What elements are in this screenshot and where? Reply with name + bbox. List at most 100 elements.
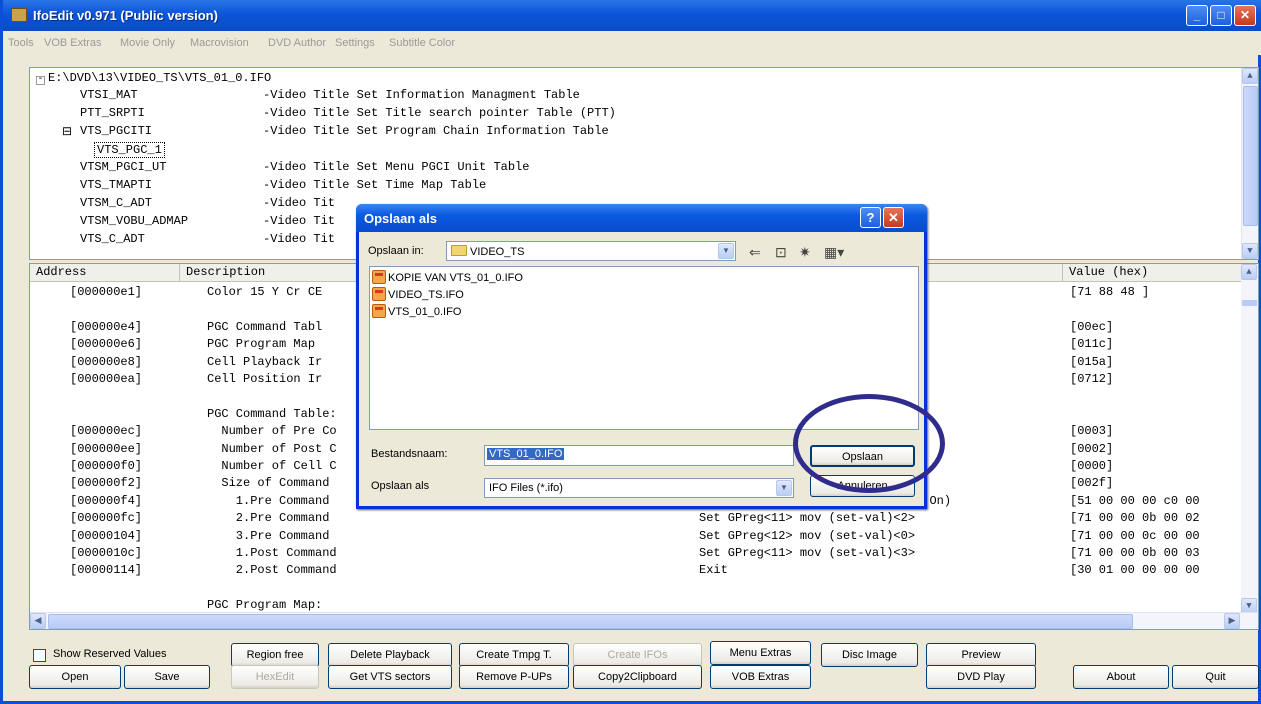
filename-input[interactable]: VTS_01_0.IFO <box>484 445 794 466</box>
cell-desc: 2.Post Command <box>207 563 337 578</box>
menu-dvd-author[interactable]: DVD Author <box>268 37 326 49</box>
scroll-up-icon[interactable]: ▲ <box>1242 68 1258 84</box>
cell-hex: [0002] <box>1070 441 1114 456</box>
cell-desc: Cell Position Ir <box>207 372 323 386</box>
remove-pups-button[interactable]: Remove P-UPs <box>459 665 569 689</box>
table-row[interactable] <box>30 581 1242 598</box>
preview-button[interactable]: Preview <box>926 643 1036 667</box>
col-value-hex[interactable]: Value (hex) <box>1063 264 1242 282</box>
disc-image-button[interactable]: Disc Image <box>821 643 918 667</box>
up-folder-icon[interactable]: ⊡ <box>775 244 787 261</box>
tree-root[interactable]: - E:\DVD\13\VIDEO_TS\VTS_01_0.IFO <box>36 71 271 88</box>
region-free-button[interactable]: Region free <box>231 643 319 667</box>
menu-movie-only[interactable]: Movie Only <box>120 37 175 49</box>
cell-addr: [000000f4] <box>70 493 143 508</box>
scroll-thumb[interactable] <box>1242 300 1257 306</box>
minimize-button[interactable]: _ <box>1186 5 1208 26</box>
dialog-close-button[interactable]: ✕ <box>883 207 904 228</box>
cell-hex: [51 00 00 00 c0 00 <box>1070 493 1200 508</box>
file-item[interactable]: KOPIE VAN VTS_01_0.IFO <box>372 270 523 286</box>
cell-hex: [015a] <box>1070 354 1114 369</box>
cell-addr: [000000fc] <box>70 511 143 526</box>
chevron-down-icon[interactable]: ▼ <box>718 243 734 259</box>
filename-label: Bestandsnaam: <box>371 448 448 460</box>
table-row[interactable]: [0000010c] 1.Post Command Set GPreg<11> m… <box>30 546 1242 563</box>
menu-vob-extras[interactable]: VOB Extras <box>44 37 101 49</box>
cell-desc: 2.Pre Command <box>207 511 330 526</box>
menu-settings[interactable]: Settings <box>335 37 375 49</box>
cell-addr: [000000f0] <box>70 459 143 473</box>
title-bar: IfoEdit v0.971 (Public version) _ □ ✕ <box>3 0 1261 31</box>
menu-extras-button[interactable]: Menu Extras <box>710 641 811 665</box>
cell-desc: PGC Program Map <box>207 337 316 352</box>
cell-desc: PGC Command Tabl <box>207 319 323 334</box>
cell-hex: [71 88 48 ] <box>1070 285 1150 299</box>
create-tmpg-button[interactable]: Create Tmpg T. <box>459 643 569 667</box>
file-item[interactable]: VTS_01_0.IFO <box>372 304 461 320</box>
get-vts-sectors-button[interactable]: Get VTS sectors <box>328 665 452 689</box>
col-address[interactable]: Address <box>30 264 180 282</box>
about-button[interactable]: About <box>1073 665 1169 689</box>
maximize-button[interactable]: □ <box>1210 5 1232 26</box>
cell-val: Set GPreg<12> mov (set-val)<0> <box>699 528 916 543</box>
dialog-title: Opslaan als <box>364 211 437 226</box>
back-icon[interactable]: ⇐ <box>749 244 761 261</box>
cell-addr: [000000f2] <box>70 476 143 491</box>
cell-addr: [000000ee] <box>70 441 143 456</box>
menu-tools[interactable]: Tools <box>8 37 34 49</box>
file-type-dropdown[interactable]: IFO Files (*.ifo) ▼ <box>484 478 794 498</box>
scroll-thumb[interactable] <box>1243 86 1258 226</box>
scroll-right-icon[interactable]: ▶ <box>1224 613 1240 629</box>
cell-hex: [71 00 00 0c 00 00 <box>1070 528 1200 543</box>
quit-button[interactable]: Quit <box>1172 665 1259 689</box>
cell-val: Set GPreg<11> mov (set-val)<2> <box>699 511 916 526</box>
dvd-play-button[interactable]: DVD Play <box>926 665 1036 689</box>
cell-desc: Number of Cell C <box>207 459 337 473</box>
menu-macrovision[interactable]: Macrovision <box>190 37 249 49</box>
close-button[interactable]: ✕ <box>1234 5 1256 26</box>
table-scrollbar[interactable]: ▲ ▼ <box>1241 264 1258 614</box>
delete-playback-button[interactable]: Delete Playback <box>328 643 452 667</box>
vob-extras-button[interactable]: VOB Extras <box>710 665 811 689</box>
cell-hex: [71 00 00 0b 00 03 <box>1070 546 1200 560</box>
tree-scrollbar[interactable]: ▲ ▼ <box>1241 68 1258 259</box>
table-hscrollbar[interactable]: ◀ ▶ <box>30 612 1258 629</box>
table-row[interactable]: [00000114] 2.Post Command Exit [30 01 00 0… <box>30 563 1242 580</box>
save-in-label: Opslaan in: <box>368 245 424 257</box>
table-row[interactable]: [000000fc] 2.Pre Command Set GPreg<11> mo… <box>30 511 1242 528</box>
cell-hex: [011c] <box>1070 337 1114 352</box>
cell-desc: Color 15 Y Cr CE <box>207 285 323 299</box>
new-folder-icon[interactable]: ✷ <box>799 244 811 261</box>
cell-addr: [000000e4] <box>70 319 143 334</box>
open-button[interactable]: Open <box>29 665 121 689</box>
dialog-title-bar: Opslaan als ? ✕ <box>356 204 927 232</box>
show-reserved-label: Show Reserved Values <box>53 648 167 660</box>
chevron-down-icon[interactable]: ▼ <box>776 480 792 496</box>
scroll-down-icon[interactable]: ▼ <box>1242 243 1258 259</box>
cell-hex: [71 00 00 0b 00 02 <box>1070 511 1200 526</box>
cell-desc: Size of Command <box>207 476 330 491</box>
copy2clipboard-button[interactable]: Copy2Clipboard <box>573 665 702 689</box>
save-button[interactable]: Save <box>124 665 210 689</box>
cell-addr: [00000104] <box>70 528 143 543</box>
help-button[interactable]: ? <box>860 207 881 228</box>
create-ifos-button[interactable]: Create IFOs <box>573 643 702 667</box>
show-reserved-checkbox[interactable] <box>33 649 46 662</box>
file-item[interactable]: VIDEO_TS.IFO <box>372 287 464 303</box>
cell-val: Exit <box>699 563 728 578</box>
menu-subtitle-color[interactable]: Subtitle Color <box>389 37 455 49</box>
hscroll-thumb[interactable] <box>48 614 1133 629</box>
cell-desc: 1.Pre Command <box>207 493 330 508</box>
hexedit-button[interactable]: HexEdit <box>231 665 319 689</box>
scroll-left-icon[interactable]: ◀ <box>30 613 46 629</box>
ifo-file-icon <box>372 270 386 284</box>
cell-hex: [0003] <box>1070 424 1114 439</box>
collapse-icon[interactable]: - <box>36 75 45 85</box>
cell-hex: [002f] <box>1070 476 1114 491</box>
scroll-up-icon[interactable]: ▲ <box>1241 264 1257 280</box>
save-in-dropdown[interactable]: VIDEO_TS ▼ <box>446 241 736 261</box>
cell-val: Set GPreg<11> mov (set-val)<3> <box>699 546 916 560</box>
cell-desc: PGC Command Table: <box>207 406 337 421</box>
table-row[interactable]: [00000104] 3.Pre Command Set GPreg<12> mo… <box>30 529 1242 546</box>
view-menu-icon[interactable]: ▦▾ <box>824 244 844 261</box>
